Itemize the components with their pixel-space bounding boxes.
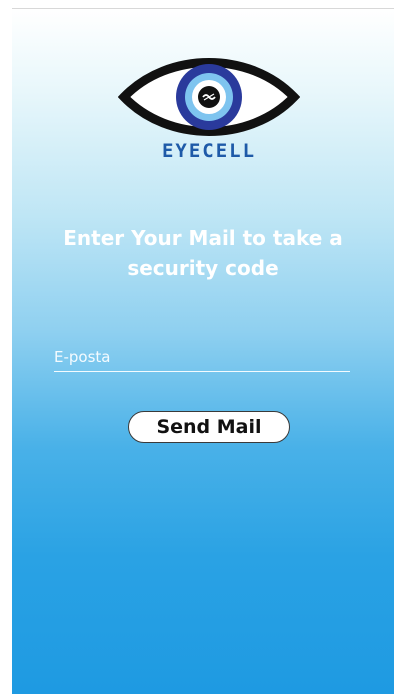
- send-mail-button[interactable]: Send Mail: [128, 411, 290, 443]
- login-screen: EYECELL Enter Your Mail to take a securi…: [12, 9, 394, 694]
- email-field[interactable]: [54, 344, 350, 372]
- app-frame: EYECELL Enter Your Mail to take a securi…: [0, 0, 394, 694]
- instruction-heading: Enter Your Mail to take a security code: [63, 226, 343, 280]
- brand-logo: EYECELL: [118, 55, 300, 175]
- eye-icon: [118, 55, 300, 139]
- brand-name: EYECELL: [161, 140, 257, 162]
